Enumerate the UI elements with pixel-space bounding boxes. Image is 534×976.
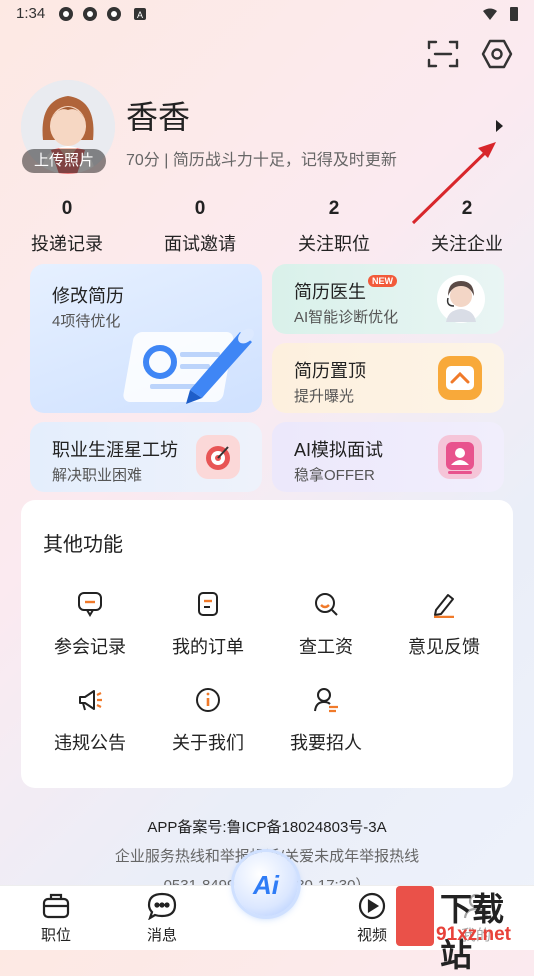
ai-doctor-avatar-icon: [437, 275, 485, 323]
chevron-right-icon[interactable]: [496, 120, 503, 132]
app-notification-icon: A: [134, 8, 146, 20]
battery-icon: [510, 7, 518, 21]
card-title: 简历医生: [294, 282, 366, 302]
ai-label: Ai: [253, 870, 279, 900]
ai-interview-card[interactable]: AI模拟面试 稳拿OFFER: [272, 422, 504, 492]
svg-text:A: A: [137, 10, 143, 20]
resume-doctor-card[interactable]: 简历医生 NEW AI智能诊断优化: [272, 264, 504, 334]
function-item-salary[interactable]: 查工资: [267, 590, 385, 659]
target-icon: [196, 435, 240, 479]
stat-label: 面试邀请: [164, 234, 236, 254]
card-title: 简历置顶: [294, 361, 366, 381]
new-badge: NEW: [368, 275, 397, 287]
stat-count: 2: [461, 198, 473, 219]
interview-icon: [438, 435, 482, 479]
scan-icon[interactable]: [426, 38, 460, 70]
status-time: 1:34: [16, 5, 46, 22]
stat-followed-companies[interactable]: 2 关注企业: [412, 198, 522, 256]
card-subtitle: AI智能诊断优化: [294, 309, 399, 326]
notification-icon: [83, 7, 97, 21]
function-item-orders[interactable]: 我的订单: [149, 590, 267, 659]
recruit-icon: [314, 688, 338, 713]
tab-label: 职位: [40, 927, 71, 944]
function-label: 我的订单: [172, 637, 244, 657]
card-title: 修改简历: [52, 286, 124, 306]
notification-icon: [107, 7, 121, 21]
function-label: 违规公告: [54, 733, 126, 753]
career-card[interactable]: 职业生涯星工坊 解决职业困难: [30, 422, 262, 492]
edit-resume-card[interactable]: 修改简历 4项待优化: [30, 264, 262, 413]
stat-count: 2: [328, 198, 340, 219]
stat-applications[interactable]: 0 投递记录: [12, 198, 122, 256]
card-title: 职业生涯星工坊: [52, 440, 178, 460]
other-functions-panel: 其他功能 参会记录 我的订单 查工资 意见反馈 违规公告 关于我们 我要招人: [21, 500, 513, 788]
edit-resume-illustration: [123, 328, 254, 404]
notification-icon: [59, 7, 73, 21]
card-subtitle: 稳拿OFFER: [294, 467, 375, 484]
watermark-logo: [396, 886, 434, 946]
edit-icon: [434, 594, 454, 619]
message-icon: [147, 892, 177, 921]
top-up-icon: [438, 356, 482, 400]
function-label: 意见反馈: [408, 637, 480, 657]
watermark-url: 91xz.net: [436, 924, 511, 945]
tab-messages[interactable]: 消息: [122, 892, 202, 945]
upload-photo-button[interactable]: 上传照片: [22, 149, 106, 173]
stat-label: 关注职位: [298, 234, 370, 254]
resume-score-text[interactable]: 70分 | 简历战斗力十足，记得及时更新: [126, 146, 397, 170]
status-bar: 1:34 A: [0, 0, 534, 28]
card-title: AI模拟面试: [294, 440, 384, 460]
function-label: 我要招人: [290, 733, 362, 753]
wifi-icon: [483, 8, 497, 20]
stat-interviews[interactable]: 0 面试邀请: [145, 198, 255, 256]
resume-top-card[interactable]: 简历置顶 提升曝光: [272, 343, 504, 413]
stat-followed-jobs[interactable]: 2 关注职位: [279, 198, 389, 256]
site-watermark: 下载站 91xz.net: [396, 884, 532, 973]
briefcase-icon: [42, 893, 70, 919]
function-item-recruit[interactable]: 我要招人: [267, 686, 385, 755]
chat-icon: [78, 592, 102, 617]
function-label: 关于我们: [172, 733, 244, 753]
tab-label: 消息: [146, 927, 177, 944]
stat-count: 0: [194, 198, 206, 219]
megaphone-icon: [79, 690, 102, 711]
stat-label: 投递记录: [31, 234, 103, 254]
search-salary-icon: [315, 593, 338, 616]
section-title: 其他功能: [43, 534, 123, 556]
tab-jobs[interactable]: 职位: [16, 892, 96, 945]
function-item-feedback[interactable]: 意见反馈: [385, 590, 503, 659]
order-icon: [198, 592, 218, 616]
function-item-attendance[interactable]: 参会记录: [31, 590, 149, 659]
function-label: 参会记录: [54, 637, 126, 657]
info-icon: [196, 688, 220, 712]
ai-assistant-button[interactable]: Ai: [234, 852, 298, 916]
settings-icon[interactable]: [480, 37, 514, 71]
video-icon: [358, 892, 386, 920]
function-item-about[interactable]: 关于我们: [149, 686, 267, 755]
stat-label: 关注企业: [431, 234, 503, 254]
stat-count: 0: [61, 198, 73, 219]
card-subtitle: 解决职业困难: [52, 467, 143, 484]
card-subtitle: 4项待优化: [52, 313, 121, 330]
function-item-violations[interactable]: 违规公告: [31, 686, 149, 755]
card-subtitle: 提升曝光: [294, 388, 355, 405]
icp-record: APP备案号:鲁ICP备18024803号-3A: [147, 819, 387, 836]
function-label: 查工资: [299, 637, 353, 657]
user-name: 香香: [126, 99, 191, 135]
